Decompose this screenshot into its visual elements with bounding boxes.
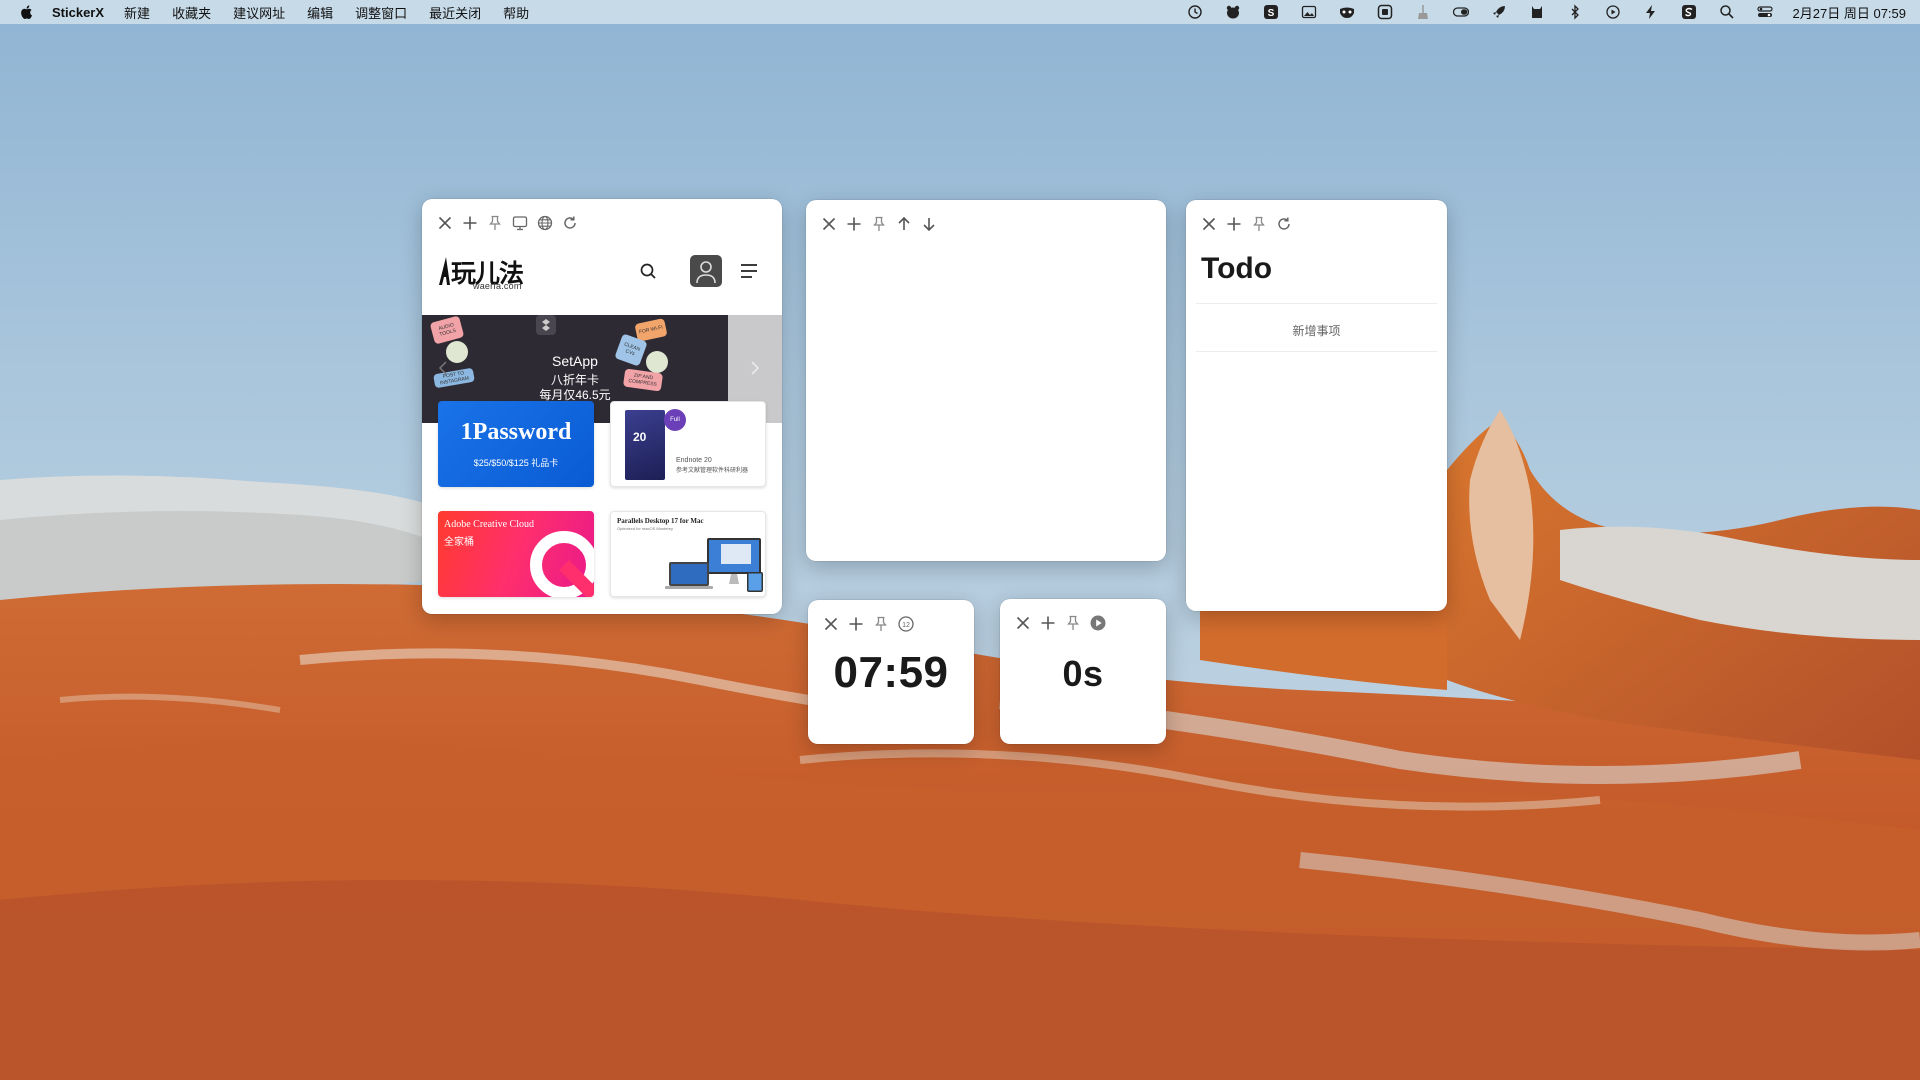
todo-add-item-button[interactable]: 新增事项 [1186,322,1447,339]
pin-icon[interactable] [1064,614,1082,632]
banner-prev-icon[interactable] [438,361,448,375]
close-icon[interactable] [822,615,840,633]
status-area: S 2月27日 周日 07:59 [1165,0,1906,24]
bluetooth-icon[interactable] [1567,4,1583,20]
menu-favorites[interactable]: 收藏夹 [172,3,211,22]
menu-bar: StickerX 新建 收藏夹 建议网址 编辑 调整窗口 最近关闭 帮助 S 2… [0,0,1920,24]
play-circle-icon[interactable] [1605,4,1621,20]
parallels-devices-image [665,538,763,592]
todo-sticker-window: Todo 新增事项 [1186,200,1447,611]
apple-icon[interactable] [19,4,35,20]
site-search-icon[interactable] [637,260,659,282]
divider [1196,351,1437,352]
control-center-icon[interactable] [1756,4,1773,20]
play-icon[interactable] [1089,614,1107,632]
card-endnote-subtitle: 参考文献管理软件科研利器 [676,468,749,474]
creative-cloud-logo-icon [530,531,594,597]
menu-edit[interactable]: 编辑 [307,3,333,22]
mask-icon[interactable] [1339,4,1355,20]
site-logo-domain: waerfa.com [473,281,522,291]
menubar-clock[interactable]: 2月27日 周日 07:59 [1793,3,1906,22]
reload-icon[interactable] [561,214,579,232]
broom-icon[interactable] [1415,4,1431,20]
endnote-box-image [625,410,665,480]
menu-suggested-urls[interactable]: 建议网址 [233,3,285,22]
banner-logo-icon [536,315,556,335]
card-parallels-subtitle: Optimized for macOS Monterey [617,526,674,531]
card-1password-subtitle: $25/$50/$125 礼品卡 [473,458,559,468]
card-adobe-title: Adobe Creative Cloud [444,519,534,530]
todo-sticker-toolbar [1200,214,1300,234]
arrow-up-icon[interactable] [895,215,913,233]
timer-sticker-toolbar [1014,613,1114,633]
card-endnote-title: Endnote 20 [676,457,712,464]
add-icon[interactable] [845,215,863,233]
card-adobe-creative-cloud[interactable]: Adobe Creative Cloud 全家桶 [438,511,594,597]
empty-sticker-window[interactable] [806,200,1166,561]
history-icon[interactable] [1187,4,1203,20]
site-user-avatar[interactable] [690,255,722,287]
clock-sticker-window: 12 07:59 [808,600,974,744]
site-hamburger-menu-icon[interactable] [738,260,760,282]
add-icon[interactable] [847,615,865,633]
cat-icon[interactable] [1529,4,1545,20]
add-icon[interactable] [1039,614,1057,632]
web-sticker-window: 玩儿法 waerfa.com AUDIO TOOLS POST TO INSTA… [422,199,782,614]
todo-title: Todo [1201,252,1273,285]
svg-text:12: 12 [902,622,910,629]
globe-icon[interactable] [536,214,554,232]
endnote-box-number: 20 [633,430,647,444]
add-icon[interactable] [461,214,479,232]
pin-icon[interactable] [486,214,504,232]
s-app-icon[interactable]: S [1263,4,1279,20]
search-icon[interactable] [1719,4,1735,20]
card-endnote[interactable]: 20 Full Endnote 20 参考文献管理软件科研利器 [610,401,766,487]
card-adobe-subtitle: 全家桶 [444,537,474,548]
pin-icon[interactable] [1250,215,1268,233]
display-icon[interactable] [511,214,529,232]
menu-new[interactable]: 新建 [124,3,150,22]
svg-text:S: S [1267,8,1274,19]
toggle-icon[interactable] [1452,4,1469,20]
card-parallels-title: Parallels Desktop 17 for Mac [617,517,704,525]
rocket-icon[interactable] [1491,4,1507,20]
app-menu[interactable]: StickerX [52,5,104,20]
menu-recently-closed[interactable]: 最近关闭 [429,3,481,22]
add-icon[interactable] [1225,215,1243,233]
card-1password-title: 1Password [460,419,572,445]
divider [1196,303,1437,304]
banner-tag: AUDIO TOOLS [429,315,465,345]
web-sticker-toolbar [436,213,586,233]
image-icon[interactable] [1301,4,1317,20]
site-header: 玩儿法 waerfa.com [422,245,782,295]
site-logo-mark-icon [439,257,450,285]
pin-icon[interactable] [872,615,890,633]
pin-icon[interactable] [870,215,888,233]
user-icon [696,261,716,284]
close-icon[interactable] [1200,215,1218,233]
empty-sticker-toolbar [820,214,945,234]
bolt-icon[interactable] [1643,4,1659,20]
menu-help[interactable]: 帮助 [503,3,529,22]
card-1password[interactable]: 1Password $25/$50/$125 礼品卡 [438,401,594,487]
bear-icon[interactable] [1225,4,1241,20]
banner-title: SetApp [552,353,598,369]
site-logo[interactable]: 玩儿法 waerfa.com [436,253,524,291]
clock-12-icon[interactable]: 12 [897,615,915,633]
close-icon[interactable] [1014,614,1032,632]
endnote-badge: Full [664,409,686,431]
arrow-down-icon[interactable] [920,215,938,233]
timer-value: 0s [1062,653,1104,694]
clock-time: 07:59 [833,648,949,697]
menu-adjust-window[interactable]: 调整窗口 [355,3,407,22]
close-icon[interactable] [436,214,454,232]
timer-sticker-window: 0s [1000,599,1166,744]
banner-next-icon[interactable] [750,361,760,375]
card-parallels[interactable]: Parallels Desktop 17 for Mac Optimized f… [610,511,766,597]
reload-icon[interactable] [1275,215,1293,233]
clock-sticker-toolbar: 12 [822,614,922,634]
s-box-icon[interactable] [1681,4,1697,20]
square-app-icon[interactable] [1377,4,1393,20]
close-icon[interactable] [820,215,838,233]
